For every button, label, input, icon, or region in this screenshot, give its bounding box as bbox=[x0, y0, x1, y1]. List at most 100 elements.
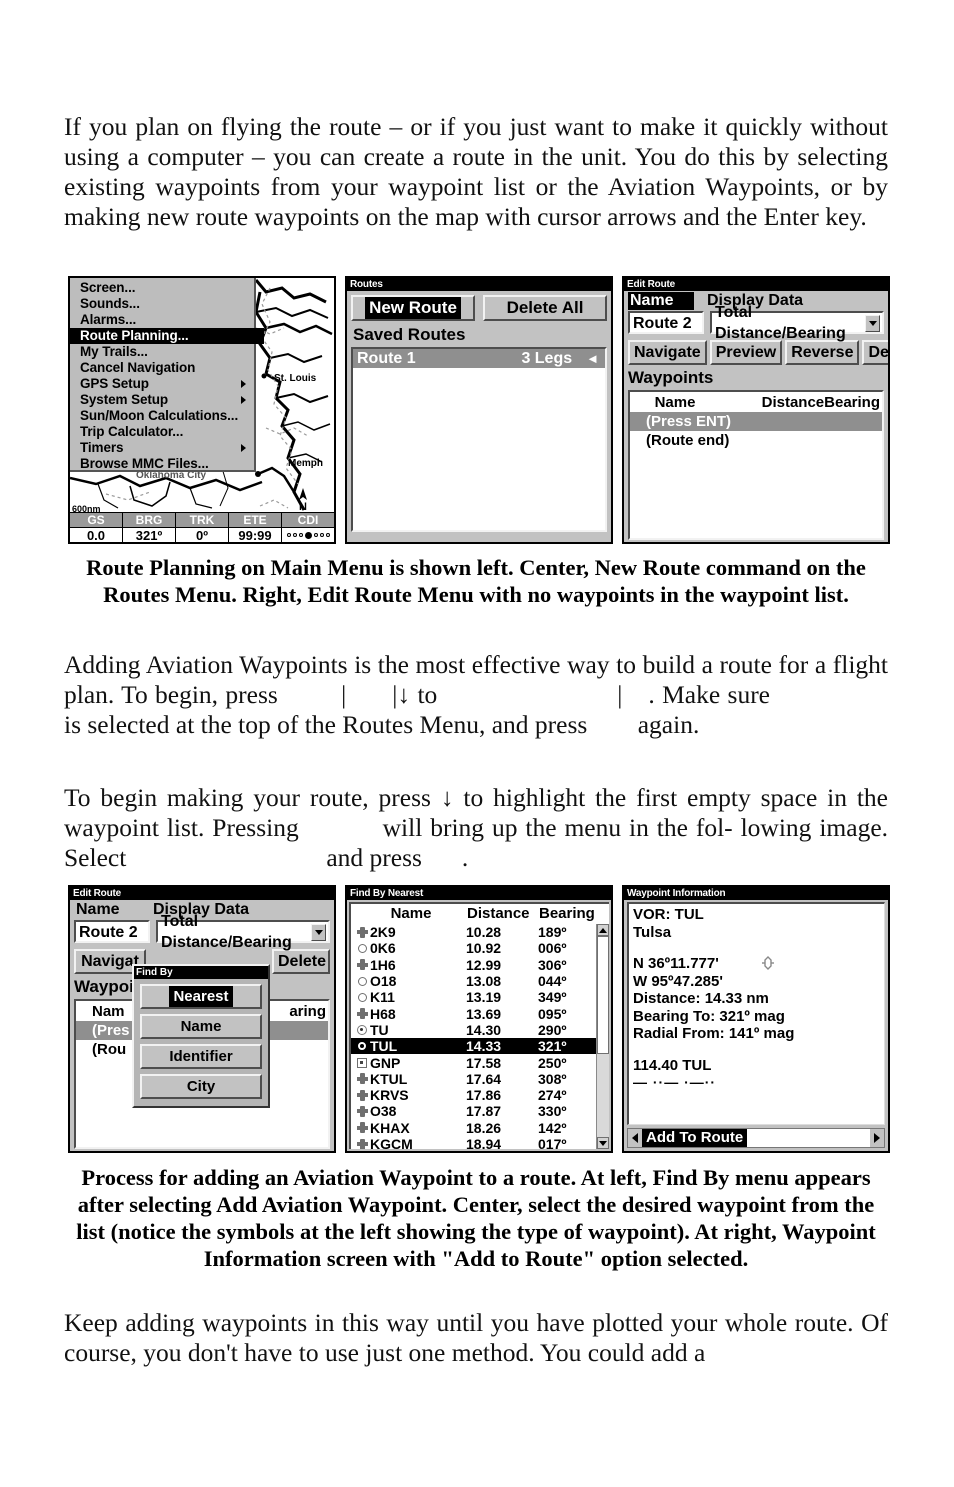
find-by-city-button[interactable]: City bbox=[140, 1074, 262, 1099]
menu-item-cancel-navigation[interactable]: Cancel Navigation bbox=[70, 360, 254, 376]
display-data-value: Total Distance/Bearing bbox=[161, 912, 292, 951]
menu-item-gps-setup[interactable]: GPS Setup bbox=[70, 376, 254, 392]
scroll-down-arrow-icon[interactable] bbox=[597, 1137, 609, 1149]
waypoint-name: KGCM bbox=[370, 1136, 413, 1149]
waypoint-information-body: VOR: TUL Tulsa N 36º11.777' W 95º47.285'… bbox=[627, 902, 885, 1125]
navigate-button[interactable]: Navigate bbox=[628, 340, 707, 365]
waypoint-name: O38 bbox=[370, 1103, 397, 1120]
paragraph-begin-making-route: To begin making your route, press ↓ to h… bbox=[64, 783, 888, 873]
previous-arrow-icon[interactable] bbox=[628, 1129, 642, 1147]
edit-route-body: Name Display Data Route 2 Total Distance… bbox=[624, 291, 888, 542]
menu-item-my-trails[interactable]: My Trails... bbox=[70, 344, 254, 360]
routes-body: New Route Delete All Saved Routes Route … bbox=[347, 291, 611, 542]
table-row[interactable]: KGCM 18.94 017º bbox=[351, 1136, 597, 1149]
waypoint-name: H68 bbox=[370, 1005, 396, 1022]
waypoint-bearing: 142º bbox=[538, 1119, 567, 1136]
nearest-waypoint-table: Name Distance Bearing 2K9 10.28 189º 0K6 bbox=[349, 902, 609, 1149]
preview-button[interactable]: Preview bbox=[709, 340, 783, 365]
menu-item-route-planning[interactable]: Route Planning... bbox=[70, 328, 264, 344]
waypoint-name: KTUL bbox=[370, 1070, 408, 1087]
delete-button[interactable]: Delete bbox=[272, 949, 330, 974]
menu-item-screen[interactable]: Screen... bbox=[70, 280, 254, 296]
main-menu-popup[interactable]: Screen... Sounds... Alarms... Route Plan… bbox=[70, 278, 264, 472]
display-data-select[interactable]: Total Distance/Bearing bbox=[710, 304, 884, 342]
scrollbar-thumb[interactable] bbox=[597, 936, 609, 1054]
waypoint-distance: 13.69 bbox=[466, 1005, 502, 1022]
status-cell-trk: TRK 0º bbox=[176, 513, 229, 542]
table-row[interactable]: GNP 17.58 250º bbox=[351, 1054, 597, 1071]
waypoint-bearing: 006º bbox=[538, 940, 567, 957]
waypoint-name: KHAX bbox=[370, 1119, 410, 1136]
waypoint-row-route-end[interactable]: (Route end) bbox=[632, 431, 880, 450]
edit-route-titlebar: Edit Route bbox=[624, 278, 888, 291]
reverse-button[interactable]: Reverse bbox=[785, 340, 860, 365]
menu-item-trip-calculator[interactable]: Trip Calculator... bbox=[70, 424, 254, 440]
table-row[interactable]: O38 17.87 330º bbox=[351, 1103, 597, 1119]
menu-item-alarms[interactable]: Alarms... bbox=[70, 312, 254, 328]
screenshot-waypoint-information: Waypoint Information VOR: TUL Tulsa N 36… bbox=[622, 885, 890, 1153]
find-by-nearest-button[interactable]: Nearest bbox=[140, 984, 262, 1009]
menu-item-sounds[interactable]: Sounds... bbox=[70, 296, 254, 312]
list-item-route-1[interactable]: Route 1 3 Legs ◄ bbox=[353, 349, 605, 368]
chevron-down-icon[interactable] bbox=[865, 315, 880, 332]
status-label-brg: BRG bbox=[123, 513, 175, 528]
waypoint-name: 0K6 bbox=[370, 940, 396, 957]
find-by-name-button[interactable]: Name bbox=[140, 1014, 262, 1039]
delete-all-button[interactable]: Delete All bbox=[483, 295, 607, 321]
table-row-selected[interactable]: TUL 14.33 321º bbox=[351, 1038, 597, 1055]
table-row[interactable]: 1H6 12.99 306º bbox=[351, 957, 597, 973]
waypoint-bearing: 290º bbox=[538, 1021, 567, 1038]
column-header-name: Name bbox=[390, 905, 432, 922]
add-to-route-button[interactable]: Add To Route bbox=[642, 1129, 748, 1147]
circle-icon bbox=[354, 992, 370, 1002]
vortac-icon bbox=[354, 1138, 370, 1149]
paragraph-intro: If you plan on flying the route – or if … bbox=[64, 112, 888, 231]
vor-icon bbox=[354, 1024, 370, 1035]
compass-icon bbox=[761, 956, 775, 970]
display-data-value: Total Distance/Bearing bbox=[715, 303, 846, 342]
table-row[interactable]: KHAX 18.26 142º bbox=[351, 1120, 597, 1136]
vertical-scrollbar[interactable] bbox=[596, 924, 609, 1149]
waypoint-longitude: W 95º47.285' bbox=[633, 972, 723, 990]
waypoint-distance: 17.58 bbox=[466, 1054, 502, 1071]
table-row[interactable]: O18 13.08 044º bbox=[351, 973, 597, 989]
menu-item-browse-mmc-files[interactable]: Browse MMC Files... bbox=[70, 456, 254, 472]
table-row[interactable]: KRVS 17.86 274º bbox=[351, 1087, 597, 1103]
table-row[interactable]: K11 13.19 349º bbox=[351, 989, 597, 1005]
para2-seg8: again. bbox=[637, 710, 700, 739]
scroll-up-arrow-icon[interactable] bbox=[597, 924, 609, 936]
screenshot-find-by-menu: Edit Route Name Display Data Route 2 Tot… bbox=[68, 885, 336, 1153]
waypoint-distance: Distance: 14.33 nm bbox=[633, 990, 769, 1007]
waypoint-distance: 14.30 bbox=[466, 1021, 502, 1038]
table-row[interactable]: KTUL 17.64 308º bbox=[351, 1071, 597, 1087]
status-label-ete: ETE bbox=[229, 513, 281, 528]
next-arrow-icon[interactable] bbox=[870, 1129, 884, 1147]
waypoint-distance: 18.26 bbox=[466, 1119, 502, 1136]
route-name-input[interactable]: Route 2 bbox=[628, 311, 704, 334]
status-label-gs: GS bbox=[70, 513, 122, 528]
submenu-arrow-icon bbox=[241, 396, 246, 404]
table-row[interactable]: 2K9 10.28 189º bbox=[351, 924, 597, 940]
circle-icon bbox=[354, 943, 370, 953]
waypoint-bearing: 349º bbox=[538, 989, 567, 1006]
chevron-down-icon[interactable] bbox=[311, 924, 326, 941]
menu-item-timers[interactable]: Timers bbox=[70, 440, 254, 456]
delete-button[interactable]: Delete bbox=[862, 340, 888, 365]
waypoint-row-press-ent[interactable]: (Press ENT) bbox=[630, 412, 882, 431]
status-value-ete: 99:99 bbox=[229, 528, 281, 542]
find-by-identifier-button[interactable]: Identifier bbox=[140, 1044, 262, 1069]
find-by-edit-route-titlebar: Edit Route bbox=[70, 887, 334, 900]
menu-item-system-setup[interactable]: System Setup bbox=[70, 392, 254, 408]
vortac-icon bbox=[354, 959, 370, 971]
new-route-button[interactable]: New Route bbox=[351, 295, 475, 321]
menu-item-sun-moon-calculations[interactable]: Sun/Moon Calculations... bbox=[70, 408, 254, 424]
table-row[interactable]: 0K6 10.92 006º bbox=[351, 940, 597, 956]
table-row[interactable]: H68 13.69 095º bbox=[351, 1005, 597, 1022]
screenshot-find-by-nearest-list: Find By Nearest Name Distance Bearing 2K… bbox=[345, 885, 613, 1153]
display-data-select[interactable]: Total Distance/Bearing bbox=[156, 913, 330, 951]
waypoint-distance: 18.94 bbox=[466, 1136, 502, 1149]
table-row[interactable]: TU 14.30 290º bbox=[351, 1022, 597, 1038]
route-name-input[interactable]: Route 2 bbox=[74, 920, 150, 943]
status-value-trk: 0º bbox=[176, 528, 228, 542]
